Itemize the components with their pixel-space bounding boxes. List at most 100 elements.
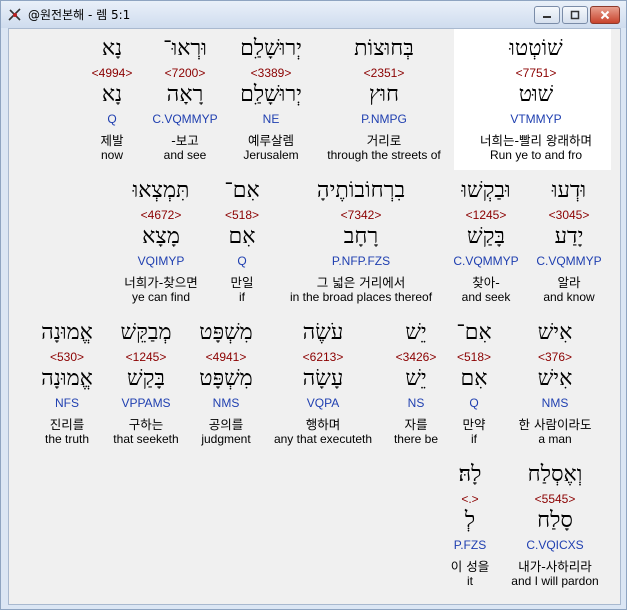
strong-number[interactable]: <7342>: [341, 208, 382, 222]
korean-gloss: 한 사람이라도: [518, 417, 592, 432]
hebrew-root: אִם: [460, 366, 488, 391]
strong-number[interactable]: <4994>: [92, 66, 133, 80]
english-gloss: if: [239, 290, 245, 304]
strong-number[interactable]: <3426>: [396, 350, 437, 364]
korean-gloss: 예루살렘: [247, 133, 295, 148]
strong-number[interactable]: <7200>: [165, 66, 206, 80]
korean-gloss: 제발: [100, 133, 124, 148]
morphology-code[interactable]: P.NFP.FZS: [332, 254, 390, 268]
morphology-code[interactable]: NMS: [542, 396, 569, 410]
hebrew-word: אִישׁ: [537, 320, 573, 345]
korean-gloss: 공의를: [208, 417, 244, 432]
korean-gloss: 거리로: [366, 133, 402, 148]
strong-number[interactable]: <1245>: [126, 350, 167, 364]
korean-gloss: 너희가-찾으면: [124, 275, 198, 290]
hebrew-word: וּבַקְשׁוּ: [461, 178, 511, 203]
morphology-code[interactable]: P.FZS: [454, 538, 486, 552]
english-gloss: through the streets of: [327, 148, 441, 162]
morphology-code[interactable]: C.VQMMYP: [152, 112, 217, 126]
morphology-code[interactable]: NFS: [55, 396, 79, 410]
morphology-code[interactable]: NE: [263, 112, 280, 126]
hebrew-word: וְאֶסְלַח: [527, 462, 583, 487]
hebrew-word: נָא: [101, 36, 123, 61]
morphology-code[interactable]: Q: [469, 396, 478, 410]
hebrew-root: מִשְׁפָּט: [199, 366, 253, 391]
english-gloss: and see: [163, 148, 207, 162]
strong-number[interactable]: <4941>: [206, 350, 247, 364]
strong-number[interactable]: <1245>: [466, 208, 507, 222]
morphology-code[interactable]: VQIMYP: [138, 254, 185, 268]
korean-gloss: 구하는: [128, 417, 164, 432]
hebrew-word: לָהּ׃: [458, 462, 482, 487]
english-gloss: if: [471, 432, 477, 446]
morphology-code[interactable]: VQPA: [307, 396, 339, 410]
hebrew-root: חוּץ: [368, 82, 400, 107]
hebrew-root: נָא: [101, 82, 123, 107]
english-gloss: it: [467, 574, 473, 588]
morphology-code[interactable]: P.NMPG: [361, 112, 407, 126]
strong-number[interactable]: <7751>: [516, 66, 557, 80]
korean-gloss: 그 넓은 거리에서: [316, 275, 406, 290]
morphology-code[interactable]: NS: [408, 396, 425, 410]
english-gloss: and know: [543, 290, 595, 304]
hebrew-root: לְ: [464, 508, 476, 533]
morphology-code[interactable]: C.VQMMYP: [536, 254, 601, 268]
korean-gloss: 내가-사하리라: [518, 559, 592, 574]
hebrew-word: עֹשֶׂה: [302, 320, 344, 345]
english-gloss: and I will pardon: [511, 574, 599, 588]
english-gloss: Jerusalem: [243, 148, 299, 162]
strong-number[interactable]: <518>: [225, 208, 259, 222]
title-bar[interactable]: @원전본해 - 렘 5:1: [1, 1, 626, 28]
morphology-code[interactable]: C.VQICXS: [526, 538, 583, 552]
english-gloss: judgment: [201, 432, 251, 446]
hebrew-word: אִם־: [224, 178, 260, 203]
hebrew-root: עָשָׂה: [302, 366, 344, 391]
window-title: @원전본해 - 렘 5:1: [28, 8, 131, 22]
english-gloss: any that executeth: [273, 432, 373, 446]
korean-gloss: 찾아-: [472, 275, 500, 290]
morphology-code[interactable]: Q: [237, 254, 246, 268]
korean-gloss: 자를: [404, 417, 428, 432]
morphology-code[interactable]: VPPAMS: [121, 396, 170, 410]
english-gloss: and seek: [461, 290, 511, 304]
hebrew-root: רָחָב: [343, 224, 379, 249]
strong-number[interactable]: <2351>: [364, 66, 405, 80]
close-button[interactable]: [590, 6, 620, 24]
verse-panel[interactable]: שׁוֹטְטוּ <7751> שׁוּט VTMMYP 너희는-빨리 왕래하…: [8, 28, 621, 605]
english-gloss: a man: [538, 432, 572, 446]
hebrew-word: וּדְעוּ: [551, 178, 587, 203]
morphology-code[interactable]: Q: [107, 112, 116, 126]
hebrew-root: יֵשׁ: [405, 366, 427, 391]
strong-number[interactable]: <3045>: [549, 208, 590, 222]
strong-number[interactable]: <376>: [538, 350, 572, 364]
hebrew-root: אִישׁ: [537, 366, 573, 391]
minimize-icon: [543, 16, 551, 18]
english-gloss: Run ye to and fro: [489, 148, 583, 162]
strong-number[interactable]: <4672>: [141, 208, 182, 222]
strong-number[interactable]: <518>: [457, 350, 491, 364]
hebrew-root: שׁוּט: [518, 82, 554, 107]
hebrew-word: תִּמְצְאוּ: [132, 178, 190, 203]
maximize-button[interactable]: [562, 6, 588, 24]
korean-gloss: 행하며: [305, 417, 341, 432]
korean-gloss: 알라: [557, 275, 581, 290]
english-gloss: now: [100, 148, 124, 162]
morphology-code[interactable]: VTMMYP: [510, 112, 561, 126]
hebrew-word: בְּחוּצוֹת: [354, 36, 414, 61]
strong-number[interactable]: <5545>: [535, 492, 576, 506]
english-gloss: in the broad places thereof: [289, 290, 433, 304]
hebrew-root: רָאָה: [166, 82, 204, 107]
strong-number[interactable]: <.>: [461, 492, 478, 506]
minimize-button[interactable]: [534, 6, 560, 24]
hebrew-word: וּרְאוּ־: [163, 36, 207, 61]
hebrew-root: מָצָא: [142, 224, 180, 249]
korean-gloss: -보고: [171, 133, 199, 148]
strong-number[interactable]: <3389>: [251, 66, 292, 80]
morphology-code[interactable]: NMS: [213, 396, 240, 410]
strong-number[interactable]: <530>: [50, 350, 84, 364]
hebrew-root: אֱמוּנָה: [41, 366, 93, 391]
strong-number[interactable]: <6213>: [303, 350, 344, 364]
hebrew-word: שׁוֹטְטוּ: [509, 36, 563, 61]
morphology-code[interactable]: C.VQMMYP: [453, 254, 518, 268]
english-gloss: the truth: [44, 432, 90, 446]
